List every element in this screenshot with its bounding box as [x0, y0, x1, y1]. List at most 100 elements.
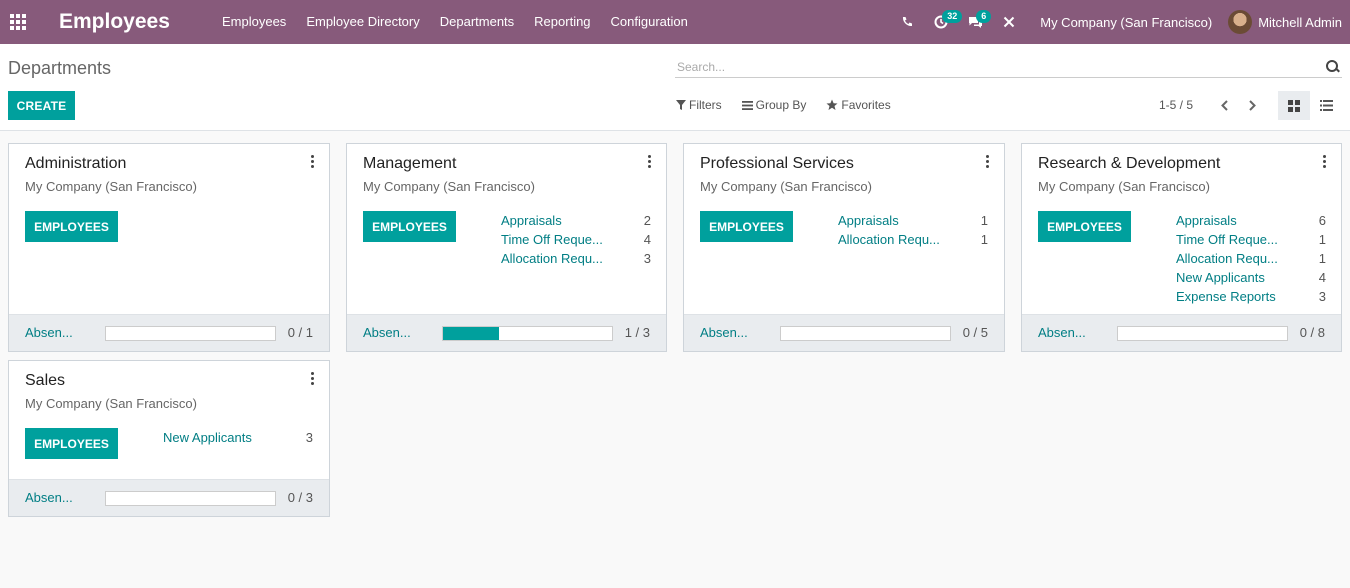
stat-row[interactable]: Appraisals 1	[838, 213, 988, 232]
filters-dropdown[interactable]: Filters	[676, 98, 722, 112]
stat-label[interactable]: Expense Reports	[1176, 289, 1276, 308]
search-input[interactable]: Search...	[675, 60, 1326, 74]
groupby-label: Group By	[755, 98, 807, 112]
absence-ratio: 0 / 8	[1299, 325, 1325, 340]
stat-label[interactable]: Allocation Requ...	[838, 232, 940, 251]
stat-label[interactable]: Appraisals	[501, 213, 562, 232]
stat-label[interactable]: Time Off Reque...	[1176, 232, 1278, 251]
stats-list: Appraisals 6 Time Off Reque... 1 Allocatio…	[1176, 213, 1326, 308]
control-panel: Departments CREATE Search... Filters Gro…	[0, 44, 1350, 131]
department-name: Professional Services	[700, 155, 854, 172]
stat-label[interactable]: New Applicants	[1176, 270, 1265, 289]
stat-row[interactable]: Allocation Requ... 1	[1176, 251, 1326, 270]
search-bar[interactable]: Search...	[675, 56, 1342, 78]
stat-count: 1	[1318, 251, 1326, 266]
stat-label[interactable]: Allocation Requ...	[501, 251, 603, 270]
department-company: My Company (San Francisco)	[363, 179, 535, 194]
favorites-dropdown[interactable]: Favorites	[826, 98, 891, 112]
absence-link[interactable]: Absen...	[1038, 325, 1086, 340]
kebab-menu-icon[interactable]	[311, 372, 314, 385]
absence-link[interactable]: Absen...	[363, 325, 411, 340]
company-switcher[interactable]: My Company (San Francisco)	[1026, 15, 1228, 30]
stat-row[interactable]: Allocation Requ... 3	[501, 251, 651, 270]
department-card-sales[interactable]: Sales My Company (San Francisco) EMPLOYE…	[8, 360, 330, 517]
menu-employees[interactable]: Employees	[212, 0, 296, 44]
menu-employee-directory[interactable]: Employee Directory	[296, 0, 429, 44]
search-icon[interactable]	[1326, 59, 1340, 74]
stat-count: 1	[980, 213, 988, 228]
department-card-research-development[interactable]: Research & Development My Company (San F…	[1021, 143, 1342, 352]
filters-label: Filters	[689, 98, 722, 112]
menu-departments[interactable]: Departments	[430, 0, 524, 44]
employees-button[interactable]: EMPLOYEES	[25, 211, 118, 242]
stat-label[interactable]: Allocation Requ...	[1176, 251, 1278, 270]
pager-value[interactable]: 1-5 / 5	[1159, 98, 1193, 112]
stats-list: Appraisals 2 Time Off Reque... 4 Allocatio…	[501, 213, 651, 270]
absence-progress-bar	[105, 326, 276, 341]
activity-clock-icon[interactable]: 32	[924, 0, 963, 44]
stat-count: 1	[1318, 232, 1326, 247]
favorites-label: Favorites	[841, 98, 891, 112]
absence-progress-bar	[105, 491, 276, 506]
absence-progress-fill	[443, 327, 500, 340]
absence-link[interactable]: Absen...	[25, 490, 73, 505]
employees-button[interactable]: EMPLOYEES	[700, 211, 793, 242]
department-card-management[interactable]: Management My Company (San Francisco) EM…	[346, 143, 667, 352]
groupby-dropdown[interactable]: Group By	[741, 98, 807, 112]
stat-row[interactable]: Appraisals 6	[1176, 213, 1326, 232]
debug-tools-icon[interactable]	[992, 0, 1026, 44]
employees-button[interactable]: EMPLOYEES	[363, 211, 456, 242]
stat-count: 6	[1318, 213, 1326, 228]
stat-label[interactable]: Appraisals	[838, 213, 899, 232]
stat-count: 3	[1318, 289, 1326, 304]
chat-icon[interactable]: 6	[958, 0, 992, 44]
card-footer: Absen... 0 / 1	[9, 314, 329, 351]
user-menu[interactable]: Mitchell Admin	[1228, 10, 1350, 34]
menu-reporting[interactable]: Reporting	[524, 0, 600, 44]
phone-icon[interactable]	[890, 0, 924, 44]
department-card-administration[interactable]: Administration My Company (San Francisco…	[8, 143, 330, 352]
stat-row[interactable]: Time Off Reque... 1	[1176, 232, 1326, 251]
employees-button[interactable]: EMPLOYEES	[1038, 211, 1131, 242]
stat-row[interactable]: New Applicants 3	[163, 430, 313, 449]
kanban-view-icon[interactable]	[1278, 91, 1310, 120]
stat-row[interactable]: Appraisals 2	[501, 213, 651, 232]
stat-label[interactable]: Appraisals	[1176, 213, 1237, 232]
app-title[interactable]: Employees	[59, 10, 212, 34]
card-footer: Absen... 0 / 8	[1022, 314, 1341, 351]
kebab-menu-icon[interactable]	[311, 155, 314, 168]
kebab-menu-icon[interactable]	[1323, 155, 1326, 168]
absence-progress-bar	[1117, 326, 1288, 341]
department-name: Research & Development	[1038, 155, 1221, 172]
star-icon	[826, 99, 838, 110]
stat-label[interactable]: New Applicants	[163, 430, 252, 449]
card-footer: Absen... 0 / 3	[9, 479, 329, 516]
message-count-badge: 6	[976, 10, 992, 23]
department-company: My Company (San Francisco)	[25, 179, 197, 194]
stat-row[interactable]: Time Off Reque... 4	[501, 232, 651, 251]
stat-row[interactable]: Expense Reports 3	[1176, 289, 1326, 308]
view-switcher	[1278, 91, 1342, 120]
create-button[interactable]: CREATE	[8, 91, 75, 120]
stats-list: Appraisals 1 Allocation Requ... 1	[838, 213, 988, 251]
employees-button[interactable]: EMPLOYEES	[25, 428, 118, 459]
kebab-menu-icon[interactable]	[648, 155, 651, 168]
chevron-right-icon[interactable]	[1238, 94, 1266, 116]
kebab-menu-icon[interactable]	[986, 155, 989, 168]
department-name: Sales	[25, 372, 66, 389]
breadcrumb: Departments	[8, 58, 112, 78]
user-name: Mitchell Admin	[1258, 14, 1342, 30]
stat-count: 3	[643, 251, 651, 266]
absence-ratio: 1 / 3	[624, 325, 650, 340]
stat-row[interactable]: New Applicants 4	[1176, 270, 1326, 289]
chevron-left-icon[interactable]	[1210, 94, 1238, 116]
apps-grid-icon[interactable]	[0, 0, 36, 44]
stat-row[interactable]: Allocation Requ... 1	[838, 232, 988, 251]
stat-label[interactable]: Time Off Reque...	[501, 232, 603, 251]
department-card-professional-services[interactable]: Professional Services My Company (San Fr…	[683, 143, 1005, 352]
absence-link[interactable]: Absen...	[25, 325, 73, 340]
absence-link[interactable]: Absen...	[700, 325, 748, 340]
list-view-icon[interactable]	[1310, 91, 1342, 120]
stat-count: 4	[1318, 270, 1326, 285]
menu-configuration[interactable]: Configuration	[601, 0, 698, 44]
